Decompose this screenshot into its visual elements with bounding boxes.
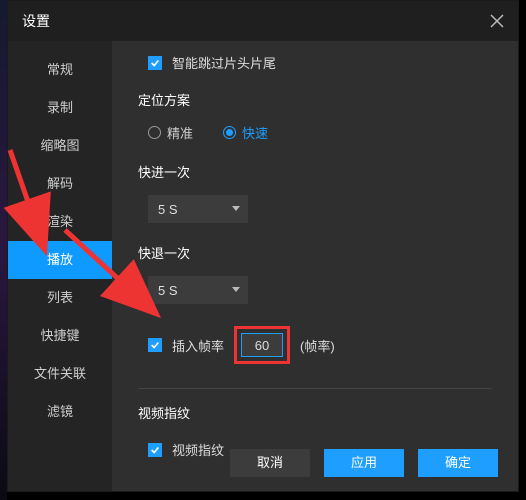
sidebar-item-decode[interactable]: 解码 [8, 165, 112, 203]
radio-icon [223, 126, 236, 139]
check-icon [150, 445, 160, 455]
positioning-radio-precise-label: 精准 [167, 123, 193, 142]
sidebar-item-render[interactable]: 渲染 [8, 203, 112, 241]
settings-window: 设置 常规 录制 缩略图 解码 渲染 播放 列表 快捷键 文件关联 滤镜 智能跳… [7, 0, 519, 492]
insert-fps-row: 插入帧率 60 (帧率) [148, 322, 492, 368]
chevron-down-icon [232, 287, 240, 292]
skip-intro-outro-row: 智能跳过片头片尾 [148, 49, 492, 76]
video-fingerprint-checkbox[interactable] [148, 443, 162, 457]
divider [138, 388, 492, 389]
positioning-title: 定位方案 [138, 90, 492, 109]
window-left-edge [0, 0, 7, 500]
window-title: 设置 [22, 11, 50, 31]
positioning-radio-group: 精准 快速 [148, 123, 492, 142]
check-icon [150, 58, 160, 68]
fast-backward-section: 快退一次 5 S 插入帧率 60 (帧率) [138, 243, 492, 368]
sidebar-item-fileassoc[interactable]: 文件关联 [8, 355, 112, 393]
sidebar-item-list[interactable]: 列表 [8, 279, 112, 317]
skip-intro-checkbox[interactable] [148, 56, 162, 70]
fast-forward-section: 快进一次 5 S [138, 162, 492, 223]
positioning-radio-fast-label: 快速 [242, 123, 268, 142]
insert-fps-label: 插入帧率 [172, 336, 224, 355]
insert-fps-highlight: 60 [234, 326, 290, 364]
fast-forward-value: 5 S [158, 202, 178, 217]
positioning-section: 定位方案 精准 快速 [138, 90, 492, 142]
window-body: 常规 录制 缩略图 解码 渲染 播放 列表 快捷键 文件关联 滤镜 智能跳过片头… [8, 41, 518, 491]
sidebar-item-general[interactable]: 常规 [8, 51, 112, 89]
positioning-radio-precise[interactable]: 精准 [148, 123, 193, 142]
sidebar-item-thumbnail[interactable]: 缩略图 [8, 127, 112, 165]
check-icon [150, 340, 160, 350]
close-icon[interactable] [488, 12, 506, 30]
chevron-down-icon [232, 206, 240, 211]
fast-forward-title: 快进一次 [138, 162, 492, 181]
positioning-radio-fast[interactable]: 快速 [223, 123, 268, 142]
sidebar-item-hotkeys[interactable]: 快捷键 [8, 317, 112, 355]
sidebar: 常规 录制 缩略图 解码 渲染 播放 列表 快捷键 文件关联 滤镜 [8, 41, 112, 491]
sidebar-item-record[interactable]: 录制 [8, 89, 112, 127]
video-fingerprint-title: 视频指纹 [138, 403, 492, 422]
fast-backward-select[interactable]: 5 S [148, 276, 248, 304]
insert-fps-checkbox[interactable] [148, 338, 162, 352]
insert-fps-unit: (帧率) [300, 336, 335, 355]
footer-buttons: 取消 应用 确定 [230, 449, 498, 477]
apply-button[interactable]: 应用 [324, 449, 404, 477]
sidebar-item-playback[interactable]: 播放 [8, 241, 112, 279]
radio-icon [148, 126, 161, 139]
fast-forward-select[interactable]: 5 S [148, 195, 248, 223]
fast-backward-title: 快退一次 [138, 243, 492, 262]
fast-backward-value: 5 S [158, 283, 178, 298]
content-panel: 智能跳过片头片尾 定位方案 精准 快速 快进一次 [112, 41, 518, 491]
ok-button[interactable]: 确定 [418, 449, 498, 477]
titlebar: 设置 [8, 1, 518, 41]
cancel-button[interactable]: 取消 [230, 449, 310, 477]
insert-fps-input[interactable]: 60 [241, 333, 283, 357]
video-fingerprint-label: 视频指纹 [172, 440, 224, 459]
skip-intro-label: 智能跳过片头片尾 [172, 53, 276, 72]
sidebar-item-filter[interactable]: 滤镜 [8, 393, 112, 431]
